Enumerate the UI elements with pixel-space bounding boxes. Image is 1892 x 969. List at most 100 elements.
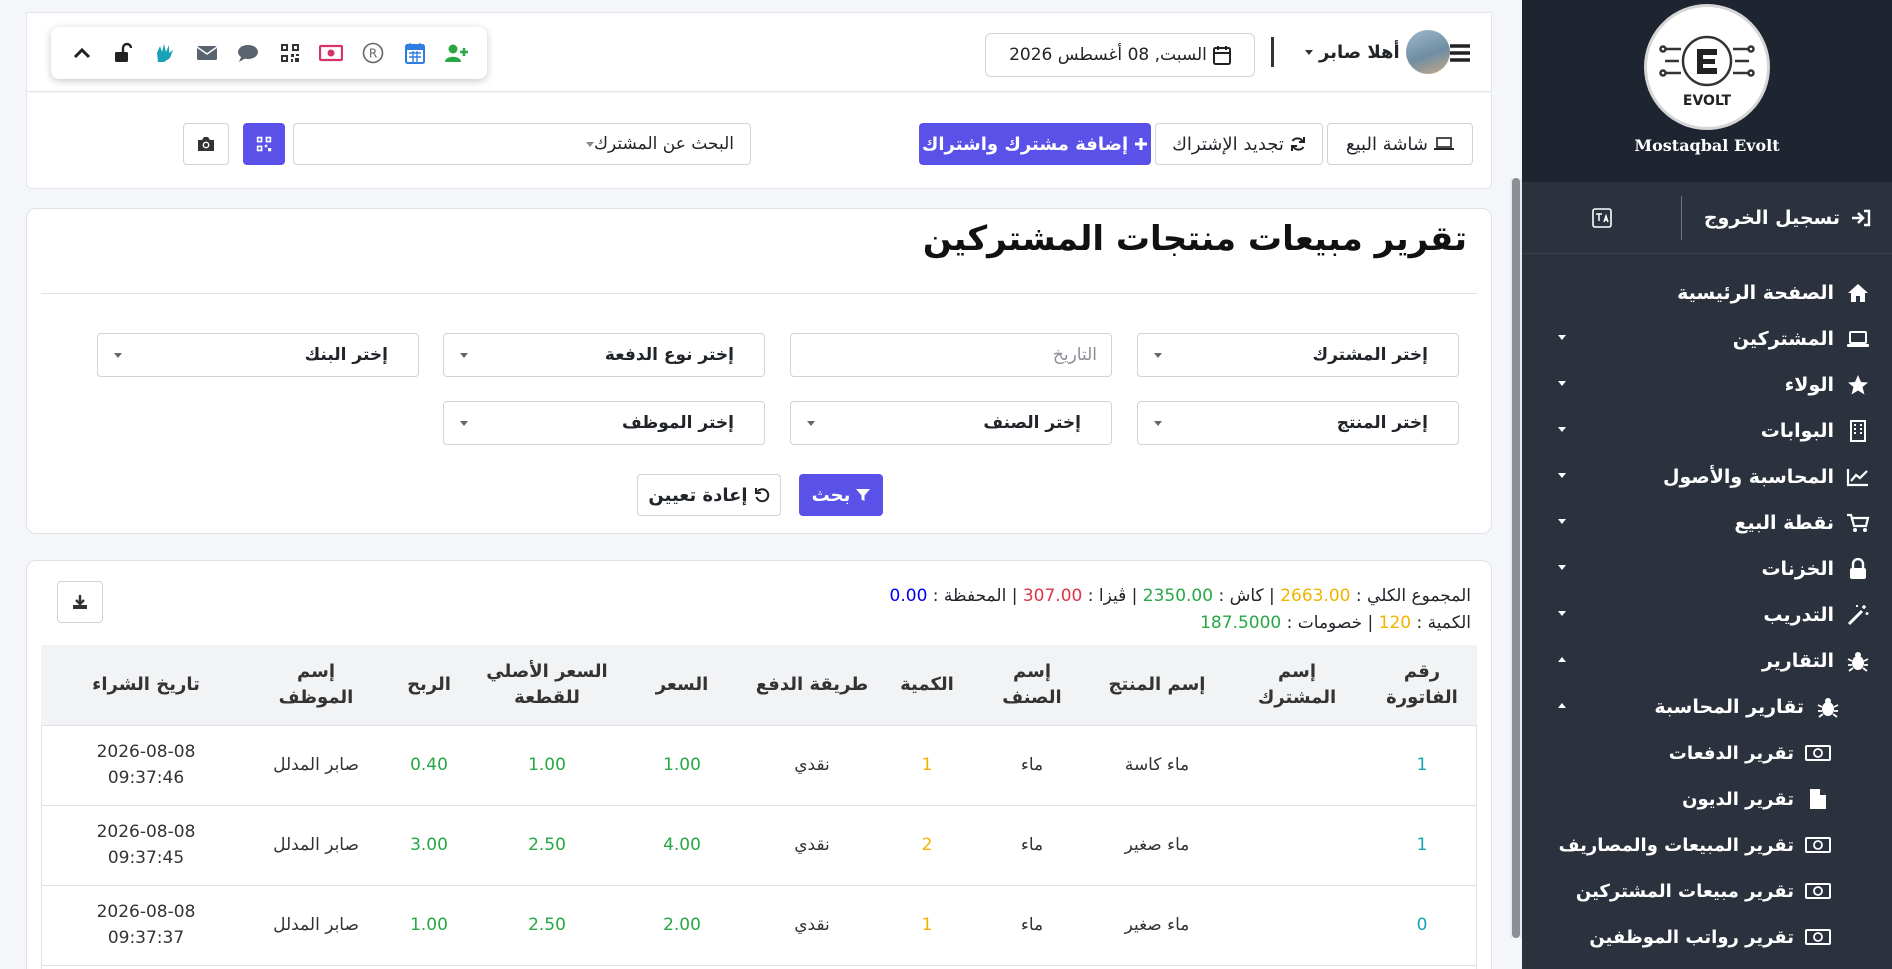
page-scrollbar[interactable] [1510, 178, 1522, 938]
cash-button[interactable] [316, 38, 346, 68]
scan-qr-button[interactable] [243, 123, 285, 165]
sidebar-item-subscribers[interactable]: المشتركين [1522, 316, 1874, 362]
action-bar: شاشة البيع تجديد الإشتراك إضافة مشترك وا… [26, 93, 1492, 189]
cell-profit: 1.00 [381, 885, 477, 966]
building-icon [1850, 420, 1866, 442]
date-input[interactable] [790, 333, 1112, 377]
chat-button[interactable] [233, 38, 263, 68]
sidebar-item-accounting[interactable]: المحاسبة والأصول [1522, 454, 1874, 500]
bank-select[interactable]: إختر البنك [97, 333, 419, 377]
chevron-down-icon [807, 421, 815, 426]
sidebar-item-label: التدريب [1763, 604, 1834, 626]
sidebar-item-subscriber-sales-report[interactable]: تقرير مبيعات المشتركين [1522, 868, 1874, 914]
product-select-label: إختر المنتج [1336, 413, 1428, 433]
sidebar-item-sales-expenses-report[interactable]: تقرير المبيعات والمصاريف [1522, 822, 1874, 868]
col-original-price[interactable]: السعر الأصلي للقطعة [477, 645, 617, 726]
sidebar-item-training[interactable]: التدريب [1522, 592, 1874, 638]
search-button[interactable]: بحث [799, 474, 883, 516]
employee-select[interactable]: إختر الموظف [443, 401, 765, 445]
payment-type-select[interactable]: إختر نوع الدفعة [443, 333, 765, 377]
sidebar-item-payments-report[interactable]: تقرير الدفعات [1522, 730, 1874, 776]
star-icon [1848, 375, 1868, 395]
sidebar-item-salaries-report[interactable]: تقرير رواتب الموظفين [1522, 914, 1874, 960]
pos-screen-button[interactable]: شاشة البيع [1327, 123, 1473, 165]
reset-button[interactable]: إعادة تعيين [637, 474, 781, 516]
bank-select-label: إختر البنك [304, 345, 388, 365]
cell-original-price: 1.00 [477, 725, 617, 806]
add-subscriber-button[interactable]: إضافة مشترك واشتراك [919, 123, 1151, 165]
cash-label: | كاش : [1218, 586, 1275, 606]
calendar-button[interactable] [400, 38, 430, 68]
money-icon [1805, 929, 1831, 945]
cell-purchase-date: 2026-08-08 09:37:45 [41, 805, 251, 886]
cell-employee: صابر المدلل [251, 885, 381, 966]
chart-line-icon [1846, 469, 1868, 487]
chevron-down-icon [460, 421, 468, 426]
logout-row: تسجيل الخروج [1522, 182, 1892, 254]
logout-button[interactable]: تسجيل الخروج [1682, 207, 1892, 229]
collapse-toolbar-button[interactable] [67, 38, 97, 68]
col-product[interactable]: إسم المنتج [1087, 645, 1227, 726]
sign-language-button[interactable] [150, 38, 180, 68]
cell-invoice: 1 [1367, 805, 1477, 886]
cell-category: ماء [977, 805, 1087, 886]
sidebar-item-reports[interactable]: التقارير [1522, 638, 1874, 684]
email-button[interactable] [192, 38, 222, 68]
chevron-down-icon [114, 353, 122, 358]
sidebar-item-safes[interactable]: الخزنات [1522, 546, 1874, 592]
col-category[interactable]: إسم الصنف [977, 645, 1087, 726]
col-purchase-date[interactable]: تاريخ الشراء [41, 645, 251, 726]
subscriber-search-select[interactable]: البحث عن المشترك [293, 123, 751, 165]
user-menu[interactable]: أهلا صابر [1305, 27, 1450, 77]
search-button-label: بحث [811, 484, 851, 506]
registered-button[interactable]: R [358, 38, 388, 68]
sidebar-item-home[interactable]: الصفحة الرئيسية [1522, 270, 1874, 316]
camera-icon [198, 137, 214, 151]
sidebar-item-gateways[interactable]: البوابات [1522, 408, 1874, 454]
unlock-button[interactable] [108, 38, 138, 68]
qr-code-button[interactable] [275, 38, 305, 68]
category-select[interactable]: إختر الصنف [790, 401, 1112, 445]
col-payment-method[interactable]: طريقة الدفع [747, 645, 877, 726]
refresh-icon [1290, 137, 1305, 151]
cell-quantity: 2 [877, 805, 977, 886]
renew-subscription-button[interactable]: تجديد الإشتراك [1155, 123, 1323, 165]
scrollbar-thumb[interactable] [1512, 178, 1520, 938]
translate-icon [1591, 207, 1612, 228]
page-title: تقرير مبيعات منتجات المشتركين [922, 219, 1467, 259]
col-subscriber[interactable]: إسم المشترك [1227, 645, 1367, 726]
add-user-button[interactable] [441, 38, 471, 68]
camera-button[interactable] [183, 123, 229, 165]
avatar [1405, 30, 1450, 74]
col-invoice[interactable]: رقم الفاتورة [1367, 645, 1477, 726]
sidebar-item-debts-report[interactable]: تقرير الديون [1522, 776, 1874, 822]
bug-icon [1847, 652, 1869, 672]
download-button[interactable] [57, 581, 103, 623]
product-select[interactable]: إختر المنتج [1137, 401, 1459, 445]
col-employee[interactable]: إسم الموظف [251, 645, 381, 726]
cell-subscriber [1227, 805, 1367, 886]
home-icon [1848, 284, 1868, 302]
sidebar-item-accounting-reports[interactable]: تقارير المحاسبة [1522, 684, 1874, 730]
sidebar-item-pos[interactable]: نقطة البيع [1522, 500, 1874, 546]
language-toggle[interactable] [1522, 207, 1681, 229]
sidebar-item-loyalty[interactable]: الولاء [1522, 362, 1874, 408]
col-price[interactable]: السعر [617, 645, 747, 726]
subscriber-select[interactable]: إختر المشترك [1137, 333, 1459, 377]
col-profit[interactable]: الربح [381, 645, 477, 726]
qr-code-icon [280, 44, 299, 62]
menu-toggle-button[interactable] [1449, 43, 1471, 67]
table-row: 0 ماء صغير ماء 1 نقدي 2.00 2.50 1.00 صاب… [41, 885, 1477, 966]
chevron-down-icon [460, 353, 468, 358]
brand-logo[interactable]: EVOLT [1644, 4, 1770, 130]
visa-label: | ڤيزا : [1087, 586, 1138, 606]
cell-subscriber [1227, 725, 1367, 806]
money-bill-icon [319, 44, 344, 62]
cell-price: 2.00 [617, 885, 747, 966]
renew-subscription-label: تجديد الإشتراك [1172, 133, 1284, 155]
col-quantity[interactable]: الكمية [877, 645, 977, 726]
cell-price: 1.00 [617, 725, 747, 806]
cell-purchase-date: 2026-08-08 09:37:37 [41, 885, 251, 966]
cell-category: ماء [977, 725, 1087, 806]
qr-code-icon [256, 136, 272, 152]
